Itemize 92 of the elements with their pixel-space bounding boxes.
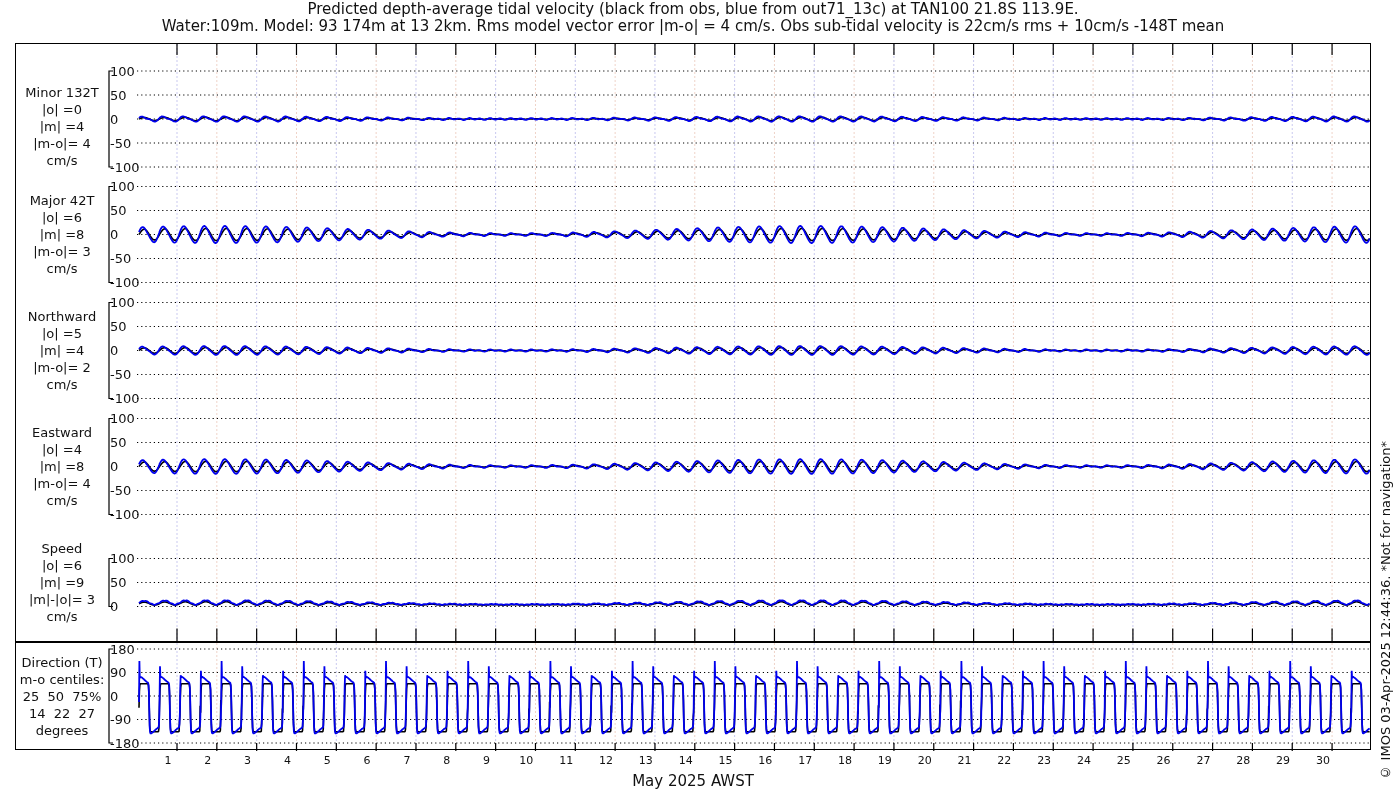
axis-tick-label: -50 (110, 482, 132, 498)
axis-tick-label: -100 (110, 159, 140, 175)
panel-label: |m| =4 (39, 117, 85, 135)
axis-tick-label: 0 (110, 458, 119, 474)
axis-tick-label: 14 (677, 754, 694, 768)
axis-tick-label: 22 (996, 754, 1013, 768)
axis-tick-label: 16 (757, 754, 774, 768)
axis-tick-label: 0 (110, 111, 119, 127)
axis-tick-label: 50 (110, 318, 127, 334)
panel-label: |m|-|o|= 3 (28, 591, 96, 609)
axis-tick-label: 12 (598, 754, 614, 768)
axis-tick-label: -100 (110, 506, 140, 522)
axis-tick-label: 0 (110, 342, 119, 358)
axis-tick-label: 25 (1115, 754, 1132, 768)
axis-tick-label: 29 (1275, 754, 1292, 768)
panel-label: |m-o|= 2 (33, 359, 91, 376)
axis-tick-label: -50 (110, 250, 132, 266)
copyright-note: © IMOS 03-Apr-2025 12:44:36. *Not for navigation* (1378, 441, 1393, 780)
chart-title: Predicted depth-average tidal velocity (black from obs, blue from out71_13c) at TAN100 21.8S 113.9E. (307, 1, 1079, 18)
panel-label: Minor 132T (25, 83, 99, 101)
panel-label: cm/s (46, 492, 78, 509)
panel-label: cm/s (46, 151, 78, 169)
panel-label: |m-o|= 3 (33, 243, 91, 260)
panel-label: Speed (41, 540, 83, 558)
panel-label: cm/s (46, 608, 78, 626)
axis-tick-label: 26 (1155, 754, 1172, 768)
axis-tick-label: -50 (110, 135, 132, 151)
axis-tick-label: 5 (322, 754, 332, 768)
panel-label: Major 42T (29, 192, 95, 209)
panel-label: |m| =8 (39, 458, 85, 475)
panel-label: Northward (27, 308, 97, 325)
axis-tick-label: -100 (110, 274, 140, 290)
panel-label: |o| =5 (42, 325, 82, 342)
axis-title: May 2025 AWST (632, 772, 754, 790)
axis-tick-label: 20 (916, 754, 933, 768)
axis-tick-label: 19 (876, 754, 893, 768)
panel-label: |o| =4 (42, 441, 82, 458)
axis-tick-label: 23 (1036, 754, 1053, 768)
axis-tick-label: 21 (956, 754, 973, 768)
chart-title: Water:109m. Model: 93 174m at 13 2km. Rms model vector error |m-o| = 4 cm/s. Obs sub-tidal velocity is 22cm/s rms + 10cm/s -148T mean (161, 18, 1225, 35)
axis-tick-label: 4 (282, 754, 292, 768)
axis-tick-label: 10 (518, 754, 535, 768)
panel-label: 14 22 27 (28, 704, 96, 722)
axis-tick-label: 0 (110, 598, 119, 614)
axis-tick-label: -100 (110, 390, 140, 406)
axis-tick-label: 30 (1314, 754, 1331, 768)
panel-label: |m| =9 (39, 574, 85, 592)
axis-tick-label: 6 (362, 754, 372, 768)
axis-tick-label: 17 (797, 754, 814, 768)
panel-label: |m| =8 (39, 226, 85, 243)
panel-label: m-o centiles: (19, 670, 105, 688)
panel-label: |o| =6 (42, 557, 82, 575)
axis-tick-label: 180 (110, 641, 135, 657)
axis-tick-label: -90 (110, 712, 132, 727)
axis-tick-label: -180 (110, 735, 140, 751)
axis-tick-label: 1 (163, 754, 173, 768)
axis-tick-label: 100 (110, 550, 135, 566)
axis-tick-label: 100 (110, 410, 135, 426)
panel-label: 25 50 75% (22, 687, 102, 705)
axis-tick-label: 24 (1075, 754, 1092, 768)
axis-tick-label: 7 (402, 754, 412, 768)
axis-tick-label: 100 (110, 178, 135, 194)
axis-tick-label: 8 (442, 754, 452, 768)
axis-tick-label: 28 (1235, 754, 1252, 768)
panel-label: degrees (35, 721, 89, 739)
axis-tick-label: 50 (110, 87, 127, 103)
panel-label: cm/s (46, 376, 78, 393)
axis-tick-label: -50 (110, 366, 132, 382)
axis-tick-label: 27 (1195, 754, 1212, 768)
axis-tick-label: 11 (558, 754, 575, 768)
axis-tick-label: 100 (110, 294, 135, 310)
panel-label: |o| =6 (42, 209, 82, 226)
axis-tick-label: 0 (110, 688, 119, 704)
axis-tick-label: 0 (110, 226, 119, 242)
panel-label: |m-o|= 4 (33, 134, 91, 152)
axis-tick-label: 18 (837, 754, 853, 768)
axis-tick-label: 3 (243, 754, 253, 768)
axis-tick-label: 50 (110, 574, 127, 590)
panel-label: Direction (T) (21, 653, 103, 671)
axis-tick-label: 100 (110, 63, 135, 79)
panel-label: Eastward (32, 424, 92, 441)
panel-label: |m-o|= 4 (33, 475, 91, 492)
panel-label: cm/s (46, 260, 78, 277)
panel-label: |m| =4 (39, 342, 85, 359)
axis-tick-label: 2 (203, 754, 213, 768)
axis-tick-label: 15 (717, 754, 734, 768)
axis-tick-label: 90 (110, 665, 127, 680)
panel-label: |o| =0 (42, 100, 82, 118)
axis-tick-label: 50 (110, 434, 127, 450)
axis-tick-label: 9 (482, 754, 492, 768)
axis-tick-label: 50 (110, 202, 127, 218)
axis-tick-label: 13 (637, 754, 654, 768)
